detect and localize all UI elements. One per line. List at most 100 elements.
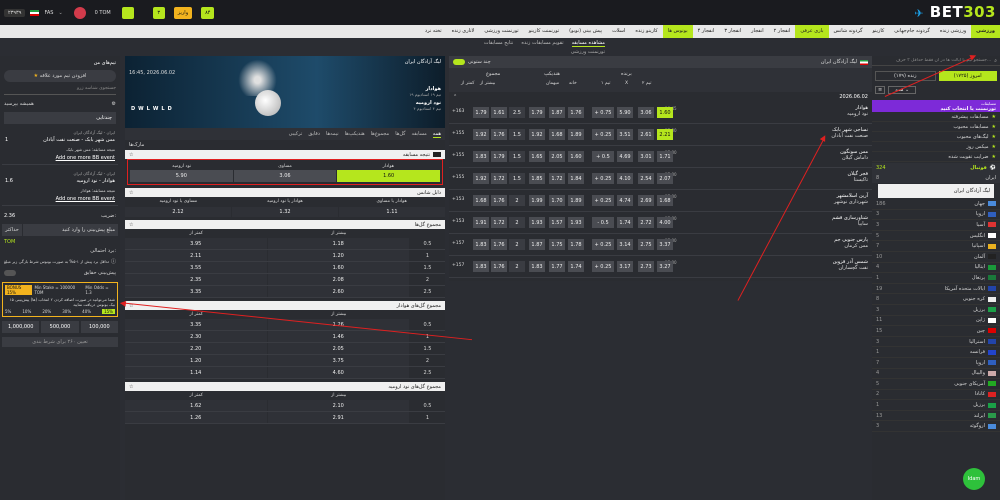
under-odd[interactable]: 3.55 <box>125 262 267 273</box>
odd-button[interactable]: 1.76 <box>491 239 507 250</box>
odd-button[interactable]: 3.06 <box>638 107 654 118</box>
more-markets-button[interactable]: +155 <box>452 131 464 136</box>
over-odd[interactable]: 2.05 <box>267 343 409 354</box>
odd-button[interactable]: 1.75 <box>549 239 565 250</box>
nav-item[interactable]: پیش بینی (نوبو) <box>564 25 607 38</box>
odd-button[interactable]: 3.51 <box>617 129 633 140</box>
balance[interactable]: 0 TOM <box>95 10 111 16</box>
match-row[interactable]: شمس آذر قزویننفت گچساران17:003.272.733.1… <box>449 256 872 278</box>
odd-button[interactable]: 1.76 <box>491 195 507 206</box>
quick-amount-button[interactable]: 1,000,000 <box>2 321 40 333</box>
odd-button[interactable]: 1.77 <box>549 261 565 272</box>
odd-button[interactable]: 1.74 <box>568 261 584 272</box>
over-odd[interactable]: 1.60 <box>267 262 409 273</box>
subnav-tournament[interactable]: تورنمنت ورزشی <box>571 49 605 55</box>
quick-amount-button[interactable]: 100,000 <box>80 321 118 333</box>
odd-button[interactable]: 1.60 <box>657 107 673 118</box>
odd-button[interactable]: 2.5 <box>509 107 525 118</box>
sidebar-country[interactable]: پرتغال 1 <box>872 273 1000 284</box>
odd-button[interactable]: 1.5 <box>509 173 525 184</box>
odd-button[interactable]: 2 <box>509 217 525 228</box>
odd-button[interactable]: 1.70 <box>549 195 565 206</box>
nav-item[interactable]: ورزشی زنده <box>935 25 971 38</box>
odd-button[interactable]: 3.17 <box>617 261 633 272</box>
double-chance-odd[interactable]: 1.11 <box>339 207 445 217</box>
stake-max-button[interactable]: حداکثر <box>2 224 22 236</box>
sidebar-country[interactable]: ایالات متحده آمریکا 19 <box>872 284 1000 295</box>
odd-button[interactable]: 2.61 <box>638 129 654 140</box>
more-markets-button[interactable]: +155 <box>452 175 464 180</box>
sidebar-menu-item[interactable]: ★ مسابقات پیشرفته <box>872 112 1000 122</box>
tab-today[interactable]: امروز (۱۷۲۵) <box>938 71 997 81</box>
percent-option[interactable]: 10% <box>22 309 31 314</box>
odd-button[interactable]: 1.92 <box>473 129 489 140</box>
odd-button[interactable]: 4.10 <box>617 173 633 184</box>
collapse-icon[interactable]: ⌃ <box>453 94 457 100</box>
over-odd[interactable]: 1.20 <box>267 250 409 261</box>
odd-button[interactable]: 2.05 <box>549 151 565 162</box>
deposit-button[interactable]: واریز <box>173 7 193 19</box>
sidebar-country[interactable]: آمریکای جنوبی 5 <box>872 379 1000 390</box>
sidebar-country[interactable]: فرانسه 1 <box>872 347 1000 358</box>
add-more-link[interactable]: Add one more BB event <box>5 155 115 161</box>
nav-item[interactable]: انفجار ۳ <box>719 25 746 38</box>
odd-button[interactable]: 1.68 <box>657 195 673 206</box>
percent-option[interactable]: 20% <box>42 309 51 314</box>
nav-item[interactable]: انفجار ۲ <box>769 25 796 38</box>
match-row[interactable]: شناورسازی قشمسایپا17:004.002.721.74- 0.5… <box>449 212 872 234</box>
under-odd[interactable]: 1.62 <box>125 400 267 411</box>
sidebar-menu-item[interactable]: ★ لیگ‌های محبوب <box>872 132 1000 142</box>
percent-option[interactable]: 5% <box>5 309 11 314</box>
sidebar-country[interactable]: چین 15 <box>872 326 1000 337</box>
add-team-button[interactable]: ★ افزودن تیم مورد علاقه <box>4 70 116 82</box>
odd-button[interactable]: 1.85 <box>529 173 545 184</box>
odd-button[interactable]: 2.07 <box>657 173 673 184</box>
more-markets-button[interactable]: +163 <box>452 109 464 114</box>
odd-button[interactable]: 1.71 <box>657 151 673 162</box>
tab-live[interactable]: زنده (۱۷۹) <box>875 71 936 81</box>
under-odd[interactable]: 2.30 <box>125 331 267 342</box>
over-odd[interactable]: 2.91 <box>267 412 409 423</box>
odd-button[interactable]: 1.61 <box>491 107 507 118</box>
market-tab[interactable]: هندیکپ‌ها <box>345 131 365 137</box>
avatar[interactable] <box>73 7 86 19</box>
search-icon[interactable]: ⌕ <box>994 58 997 64</box>
under-odd[interactable]: 3.35 <box>125 286 267 297</box>
odd-button[interactable]: + 0.75 <box>592 107 614 118</box>
currency-select[interactable]: FAS <box>44 10 53 16</box>
cash-button[interactable]: ۸۴ <box>201 7 215 19</box>
odd-button[interactable]: 1.72 <box>549 173 565 184</box>
odd-button[interactable]: 1.83 <box>529 261 545 272</box>
nav-item[interactable]: لاتاری زنده <box>447 25 480 38</box>
wallet-button[interactable] <box>121 7 134 19</box>
sidebar-country[interactable]: والیبال 4 <box>872 369 1000 380</box>
nav-item[interactable]: اسلات <box>607 25 630 38</box>
odd-button[interactable]: 1.83 <box>473 261 489 272</box>
nav-item[interactable]: تخته نرد <box>420 25 447 38</box>
odd-button[interactable]: 1.84 <box>568 173 584 184</box>
more-markets-button[interactable]: +153 <box>452 219 464 224</box>
settings-icon[interactable]: ⚙ <box>112 101 116 107</box>
sidebar-menu-item[interactable]: ★ ضرایب تقویت شده <box>872 152 1000 162</box>
sidebar-country[interactable]: استرالیا 3 <box>872 337 1000 348</box>
double-chance-odd[interactable]: 2.12 <box>125 207 231 217</box>
odd-button[interactable]: 1.93 <box>568 217 584 228</box>
market-tab[interactable]: ترکیبی <box>289 131 303 137</box>
odd-button[interactable]: 1.79 <box>529 107 545 118</box>
over-odd[interactable]: 2.08 <box>267 274 409 285</box>
chat-button[interactable]: Idam <box>963 468 985 490</box>
odd-button[interactable]: 1.5 <box>509 151 525 162</box>
always-ask-select[interactable]: همیشه بپرسید <box>4 101 34 107</box>
pin-icon[interactable]: ☆ <box>129 152 133 158</box>
logo[interactable]: ✈ BET303 <box>914 3 996 21</box>
odd-button[interactable]: 2 <box>509 261 525 272</box>
more-markets-button[interactable]: +153 <box>452 197 464 202</box>
under-odd[interactable]: 3.35 <box>125 319 267 330</box>
sidebar-country[interactable]: اروپا 7 <box>872 358 1000 369</box>
double-chance-odd[interactable]: 1.32 <box>232 207 338 217</box>
sidebar-country[interactable]: اسپانیا 7 <box>872 241 1000 252</box>
percent-option[interactable]: 30% <box>62 309 71 314</box>
odd-button[interactable]: 2.75 <box>638 239 654 250</box>
over-odd[interactable]: 1.18 <box>267 238 409 249</box>
submit-bet-button[interactable]: تعیین ۲۶۰ برای شرط بندی <box>2 337 118 347</box>
